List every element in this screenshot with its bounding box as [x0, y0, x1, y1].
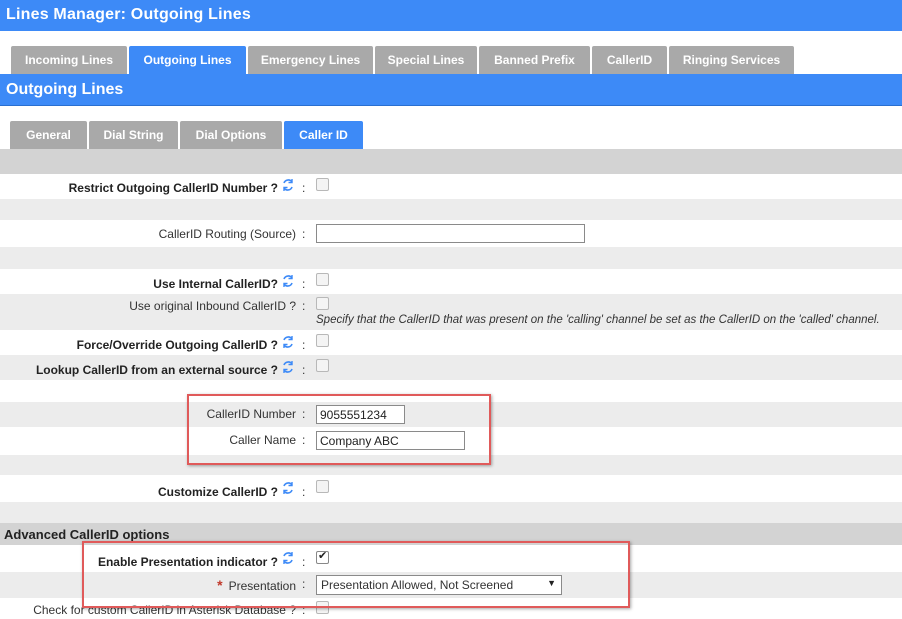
advanced-section-title: Advanced CallerID options [4, 527, 170, 542]
refresh-icon[interactable] [281, 360, 295, 374]
customize-callerid-checkbox[interactable] [316, 480, 329, 493]
main-tab-strip: Incoming Lines Outgoing Lines Emergency … [0, 31, 902, 75]
caller-name-label: Caller Name [229, 433, 296, 447]
enable-presentation-label: Enable Presentation indicator ? [97, 555, 278, 569]
colon-separator: : [302, 577, 306, 591]
force-override-label: Force/Override Outgoing CallerID ? [76, 338, 278, 352]
row-caller-name: Caller Name : [0, 427, 902, 455]
caller-name-input[interactable] [316, 431, 465, 450]
refresh-icon[interactable] [281, 481, 295, 495]
spacer-row [0, 502, 902, 523]
tab-caller-id[interactable]: Caller ID [284, 121, 363, 149]
row-restrict-outgoing: Restrict Outgoing CallerID Number ? : [0, 174, 902, 199]
tab-banned-prefix[interactable]: Banned Prefix [479, 46, 590, 75]
spacer-row [0, 380, 902, 402]
spacer-row [0, 455, 902, 475]
refresh-icon[interactable] [281, 274, 295, 288]
spacer-row [0, 247, 902, 269]
check-custom-checkbox[interactable] [316, 601, 329, 614]
presentation-select-value: Presentation Allowed, Not Screened [321, 578, 514, 592]
use-internal-checkbox[interactable] [316, 273, 329, 286]
row-force-override: Force/Override Outgoing CallerID ? : [0, 330, 902, 355]
colon-separator: : [302, 299, 306, 313]
advanced-section-header: Advanced CallerID options [0, 523, 902, 545]
lookup-external-label: Lookup CallerID from an external source … [35, 363, 278, 377]
tab-ringing-services[interactable]: Ringing Services [669, 46, 794, 75]
row-use-internal: Use Internal CallerID? : [0, 269, 902, 294]
section-header-bar: Outgoing Lines [0, 74, 902, 106]
colon-separator: : [302, 433, 306, 447]
refresh-icon[interactable] [281, 335, 295, 349]
row-lookup-external: Lookup CallerID from an external source … [0, 355, 902, 380]
colon-separator: : [302, 555, 306, 569]
callerid-routing-input[interactable] [316, 224, 585, 243]
row-check-custom: Check for custom CallerID in Asterisk Da… [0, 598, 902, 619]
customize-callerid-label: Customize CallerID ? [157, 485, 278, 499]
callerid-number-label: CallerID Number [206, 407, 296, 421]
tab-callerid[interactable]: CallerID [592, 46, 667, 75]
tab-dial-string[interactable]: Dial String [89, 121, 178, 149]
restrict-outgoing-label: Restrict Outgoing CallerID Number ? [68, 181, 278, 195]
row-use-original-inbound: Use original Inbound CallerID ? : Specif… [0, 294, 902, 330]
spacer-row [0, 199, 902, 220]
refresh-icon[interactable] [281, 551, 295, 565]
form-top-divider [0, 149, 902, 174]
dropdown-arrow-icon: ▼ [547, 578, 556, 588]
row-callerid-routing: CallerID Routing (Source) : [0, 220, 902, 247]
page-title: Lines Manager: Outgoing Lines [6, 6, 251, 23]
colon-separator: : [302, 181, 306, 195]
colon-separator: : [302, 407, 306, 421]
colon-separator: : [302, 363, 306, 377]
tab-special-lines[interactable]: Special Lines [375, 46, 477, 75]
presentation-label: Presentation [228, 579, 296, 593]
tab-dial-options[interactable]: Dial Options [180, 121, 282, 149]
check-custom-label: Check for custom CallerID in Asterisk Da… [33, 603, 296, 617]
restrict-outgoing-checkbox[interactable] [316, 178, 329, 191]
tab-general[interactable]: General [10, 121, 87, 149]
colon-separator: : [302, 485, 306, 499]
use-internal-label: Use Internal CallerID? [153, 277, 278, 291]
callerid-routing-label: CallerID Routing (Source) [158, 227, 296, 241]
lookup-external-checkbox[interactable] [316, 359, 329, 372]
colon-separator: : [302, 277, 306, 291]
use-original-inbound-hint: Specify that the CallerID that was prese… [316, 314, 880, 326]
force-override-checkbox[interactable] [316, 334, 329, 347]
row-enable-presentation: Enable Presentation indicator ? : [0, 545, 902, 572]
required-marker: * [217, 577, 223, 593]
presentation-label-wrap: * Presentation [217, 577, 296, 593]
colon-separator: : [302, 603, 306, 617]
row-customize-callerid: Customize CallerID ? : [0, 475, 902, 502]
tab-outgoing-lines[interactable]: Outgoing Lines [129, 46, 246, 75]
colon-separator: : [302, 227, 306, 241]
tab-incoming-lines[interactable]: Incoming Lines [11, 46, 127, 75]
use-original-inbound-label: Use original Inbound CallerID ? [129, 299, 296, 313]
callerid-number-input[interactable] [316, 405, 405, 424]
presentation-select[interactable]: Presentation Allowed, Not Screened ▼ [316, 575, 562, 595]
refresh-icon[interactable] [281, 178, 295, 192]
tab-emergency-lines[interactable]: Emergency Lines [248, 46, 373, 75]
row-presentation: * Presentation : Presentation Allowed, No… [0, 572, 902, 598]
sub-tab-strip: General Dial String Dial Options Caller … [0, 106, 902, 149]
enable-presentation-checkbox[interactable] [316, 549, 329, 564]
top-header-bar: Lines Manager: Outgoing Lines [0, 0, 902, 31]
use-original-inbound-checkbox[interactable] [316, 297, 329, 310]
row-callerid-number: CallerID Number : [0, 402, 902, 427]
section-title: Outgoing Lines [6, 81, 124, 98]
colon-separator: : [302, 338, 306, 352]
